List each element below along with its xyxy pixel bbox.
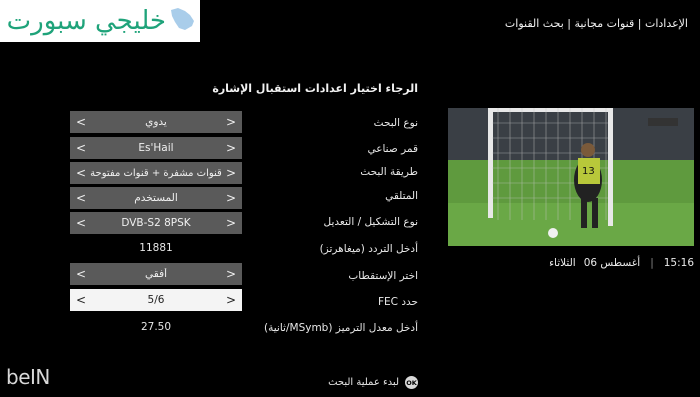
breadcrumb: الإعدادات | قنوات مجانية | بحث القنوات xyxy=(504,17,688,30)
receiver-value: المستخدم xyxy=(134,192,178,204)
arrow-left-icon[interactable]: < xyxy=(76,268,86,280)
symbol-rate-field[interactable]: 27.50 xyxy=(70,321,242,333)
date-time-bar: 15:16 | أغسطس 06 الثلاثاء xyxy=(448,257,694,269)
start-search-hint: OK لبدء عملية البحث xyxy=(328,376,418,389)
svg-text:13: 13 xyxy=(582,166,595,177)
receiver-selector[interactable]: < المستخدم > xyxy=(70,187,242,209)
frequency-field[interactable]: 11881 xyxy=(70,242,242,254)
clock-date: أغسطس 06 xyxy=(583,257,641,269)
search-method-selector[interactable]: < قنوات مشفرة + قنوات مفتوحة > xyxy=(70,162,242,184)
label-search-type: نوع البحث xyxy=(373,117,418,129)
live-tv-preview: 13 xyxy=(448,108,694,246)
label-receiver: المتلقي xyxy=(385,190,418,202)
polarization-value: أفقي xyxy=(145,268,167,280)
label-symbol-rate: أدخل معدل الترميز (MSymb/ثانية) xyxy=(264,322,418,334)
football-match-image: 13 xyxy=(448,108,694,246)
arrow-right-icon[interactable]: > xyxy=(226,217,236,229)
search-type-selector[interactable]: < يدوي > xyxy=(70,111,242,133)
satellite-selector[interactable]: < Es'Hail > xyxy=(70,137,242,159)
logo-text: خليجي سبورت xyxy=(6,6,166,36)
fec-value: 5/6 xyxy=(147,294,165,306)
arrow-left-icon[interactable]: < xyxy=(76,142,86,154)
arrow-right-icon[interactable]: > xyxy=(226,268,236,280)
fec-selector[interactable]: < 5/6 > xyxy=(70,289,242,311)
satellite-value: Es'Hail xyxy=(138,142,174,154)
arrow-left-icon[interactable]: < xyxy=(76,294,86,306)
label-polarization: اختر الإستقطاب xyxy=(348,270,418,282)
arrow-right-icon[interactable]: > xyxy=(226,294,236,306)
label-modulation: نوع التشكيل / التعديل xyxy=(323,216,418,228)
search-method-value: قنوات مشفرة + قنوات مفتوحة xyxy=(90,167,222,179)
bein-logo: beIN xyxy=(6,365,50,389)
divider: | xyxy=(650,257,654,269)
label-satellite: قمر صناعي xyxy=(367,143,418,155)
clock-day: الثلاثاء xyxy=(549,257,576,269)
modulation-selector[interactable]: < DVB-S2 8PSK > xyxy=(70,212,242,234)
label-fec: حدد FEC xyxy=(377,296,418,308)
polarization-selector[interactable]: < أفقي > xyxy=(70,263,242,285)
arrow-right-icon[interactable]: > xyxy=(226,192,236,204)
label-frequency: أدخل التردد (ميغاهرتز) xyxy=(319,243,418,255)
search-type-value: يدوي xyxy=(145,116,167,128)
modulation-value: DVB-S2 8PSK xyxy=(121,217,191,229)
arrow-right-icon[interactable]: > xyxy=(226,116,236,128)
arrow-left-icon[interactable]: < xyxy=(76,192,86,204)
arrow-right-icon[interactable]: > xyxy=(226,142,236,154)
instruction-title: الرجاء اختيار اعدادات استقبال الإشارة xyxy=(212,82,418,95)
site-logo: خليجي سبورت xyxy=(0,0,200,42)
start-search-label: لبدء عملية البحث xyxy=(328,377,399,388)
arabian-peninsula-map-icon xyxy=(171,8,194,30)
arrow-left-icon[interactable]: < xyxy=(76,217,86,229)
label-search-method: طريقة البحث xyxy=(360,166,418,178)
ok-button-icon: OK xyxy=(405,376,418,389)
arrow-right-icon[interactable]: > xyxy=(226,167,236,179)
arrow-left-icon[interactable]: < xyxy=(76,116,86,128)
clock-time: 15:16 xyxy=(663,257,694,269)
arrow-left-icon[interactable]: < xyxy=(76,167,86,179)
